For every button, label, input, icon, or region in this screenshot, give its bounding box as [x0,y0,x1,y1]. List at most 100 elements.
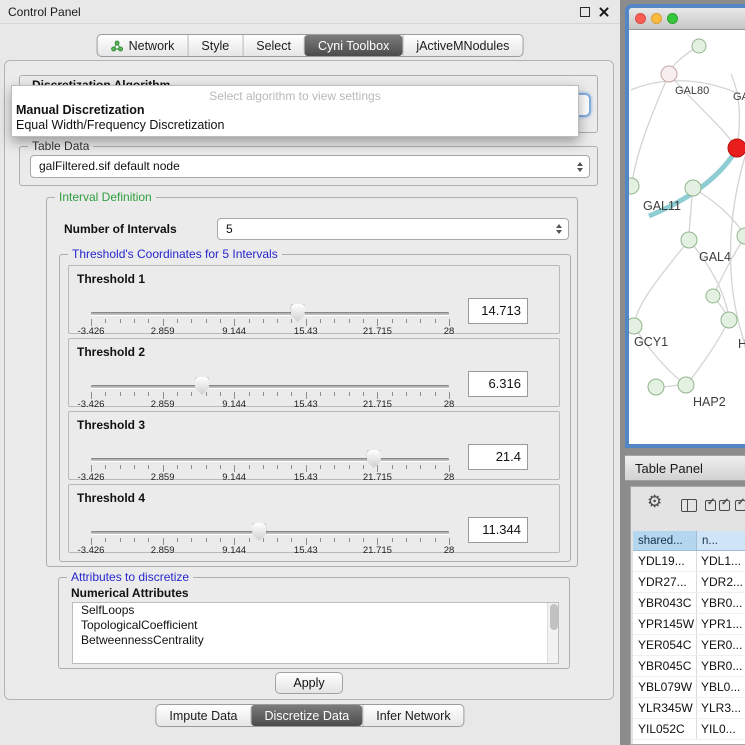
table-cell[interactable]: YER0... [697,635,745,655]
network-canvas[interactable]: GAL80GAGAL11GAL4GCY1HHAP2 [629,30,745,444]
minimize-traffic-light-icon[interactable] [651,13,662,24]
table-cell[interactable]: YLR3... [697,698,745,718]
threshold-slider[interactable]: -3.4262.8599.14415.4321.71528 [91,525,449,553]
threshold-value-field[interactable]: 14.713 [468,298,528,324]
table-cell[interactable]: YER054C [633,635,697,655]
checkbox-icon[interactable] [705,500,716,511]
threshold-value-field[interactable]: 11.344 [468,517,528,543]
network-node[interactable] [728,139,745,157]
column-header-shared-name[interactable]: shared... [633,531,697,551]
slider-track[interactable] [91,385,449,388]
network-node[interactable] [629,318,642,334]
slider-scale-label: 2.859 [151,399,175,410]
table-row[interactable]: YPR145WYPR1... [633,614,745,635]
table-row[interactable]: YDL19...YDL1... [633,551,745,572]
tab-label: Network [129,39,175,53]
table-cell[interactable]: YDR27... [633,572,697,592]
threshold-slider[interactable]: -3.4262.8599.14415.4321.71528 [91,306,449,334]
column-chooser-icon[interactable] [681,499,697,512]
network-node[interactable] [685,180,701,196]
network-node-label: GCY1 [634,335,668,349]
tab-discretize-data[interactable]: Discretize Data [251,705,363,726]
checkbox-icon[interactable] [719,500,730,511]
table-cell[interactable]: YBR045C [633,656,697,676]
table-row[interactable]: YER054CYER0... [633,635,745,656]
group-title: Table Data [28,139,93,153]
network-node[interactable] [706,289,720,303]
table-cell[interactable]: YIL0... [697,719,745,739]
slider-tick [435,538,436,542]
float-window-icon[interactable] [580,7,590,17]
table-data-select[interactable]: galFiltered.sif default node [30,155,590,178]
table-cell[interactable]: YDR2... [697,572,745,592]
apply-button[interactable]: Apply [275,672,343,694]
tab-cyni-toolbox[interactable]: Cyni Toolbox [304,35,402,56]
slider-scale-label: 15.43 [294,545,318,556]
checkbox-icon[interactable] [735,500,745,511]
threshold-value-field[interactable]: 6.316 [468,371,528,397]
scrollbar[interactable] [547,603,558,663]
network-window-titlebar[interactable] [629,8,745,30]
network-node-label: GAL4 [699,250,731,264]
dropdown-option-equal-width[interactable]: Equal Width/Frequency Discretization [12,118,578,133]
tab-impute-data[interactable]: Impute Data [156,705,250,726]
slider-tick [134,319,135,323]
threshold-slider[interactable]: -3.4262.8599.14415.4321.71528 [91,452,449,480]
table-cell[interactable]: YBL0... [697,677,745,697]
network-node[interactable] [629,178,639,194]
close-traffic-light-icon[interactable] [635,13,646,24]
table-cell[interactable]: YIL052C [633,719,697,739]
table-row[interactable]: YBL079WYBL0... [633,677,745,698]
window-title: Control Panel [8,5,81,19]
network-node[interactable] [721,312,737,328]
attribute-list-item[interactable]: SelfLoops [73,603,558,618]
table-cell[interactable]: YBR0... [697,656,745,676]
tab-network[interactable]: Network [98,35,188,56]
slider-track[interactable] [91,312,449,315]
table-panel: shared... n... YDL19...YDL1...YDR27...YD… [630,486,745,745]
numerical-attributes-label: Numerical Attributes [71,586,189,600]
table-cell[interactable]: YDL1... [697,551,745,571]
tab-infer-network[interactable]: Infer Network [362,705,463,726]
column-header-name[interactable]: n... [697,531,745,551]
network-node[interactable] [681,232,697,248]
attribute-list-item[interactable]: BetweennessCentrality [73,633,558,648]
table-cell[interactable]: YDL19... [633,551,697,571]
close-window-icon[interactable] [598,6,610,18]
network-node[interactable] [661,66,677,82]
dropdown-option-manual[interactable]: Manual Discretization [12,103,578,118]
network-node[interactable] [737,228,745,244]
settings-gear-icon[interactable] [647,492,665,510]
slider-tick [406,319,407,323]
table-cell[interactable]: YBL079W [633,677,697,697]
table-row[interactable]: YIL052CYIL0... [633,719,745,740]
network-node[interactable] [648,379,664,395]
scrollbar-thumb[interactable] [550,604,558,630]
table-cell[interactable]: YBR0... [697,593,745,613]
numerical-attributes-list[interactable]: SelfLoopsTopologicalCoefficientBetweenne… [72,602,559,664]
table-row[interactable]: YBR043CYBR0... [633,593,745,614]
table-row[interactable]: YLR345WYLR3... [633,698,745,719]
tab-select[interactable]: Select [242,35,304,56]
slider-tick [120,465,121,469]
tab-style[interactable]: Style [187,35,242,56]
threshold-value-field[interactable]: 21.4 [468,444,528,470]
table-cell[interactable]: YBR043C [633,593,697,613]
threshold-slider[interactable]: -3.4262.8599.14415.4321.71528 [91,379,449,407]
slider-track[interactable] [91,458,449,461]
slider-tick [334,319,335,323]
table-cell[interactable]: YLR345W [633,698,697,718]
slider-tick [349,538,350,542]
zoom-traffic-light-icon[interactable] [667,13,678,24]
network-node[interactable] [678,377,694,393]
table-row[interactable]: YBR045CYBR0... [633,656,745,677]
table-cell[interactable]: YPR145W [633,614,697,634]
slider-track[interactable] [91,531,449,534]
num-intervals-select[interactable]: 5 [217,218,569,240]
table-row[interactable]: YDR27...YDR2... [633,572,745,593]
threshold-panel: Threshold 2 -3.4262.8599.14415.4321.7152… [68,338,560,407]
tab-jactivemodules[interactable]: jActiveMNodules [402,35,522,56]
table-cell[interactable]: YPR1... [697,614,745,634]
attribute-list-item[interactable]: TopologicalCoefficient [73,618,558,633]
network-node[interactable] [692,39,706,53]
